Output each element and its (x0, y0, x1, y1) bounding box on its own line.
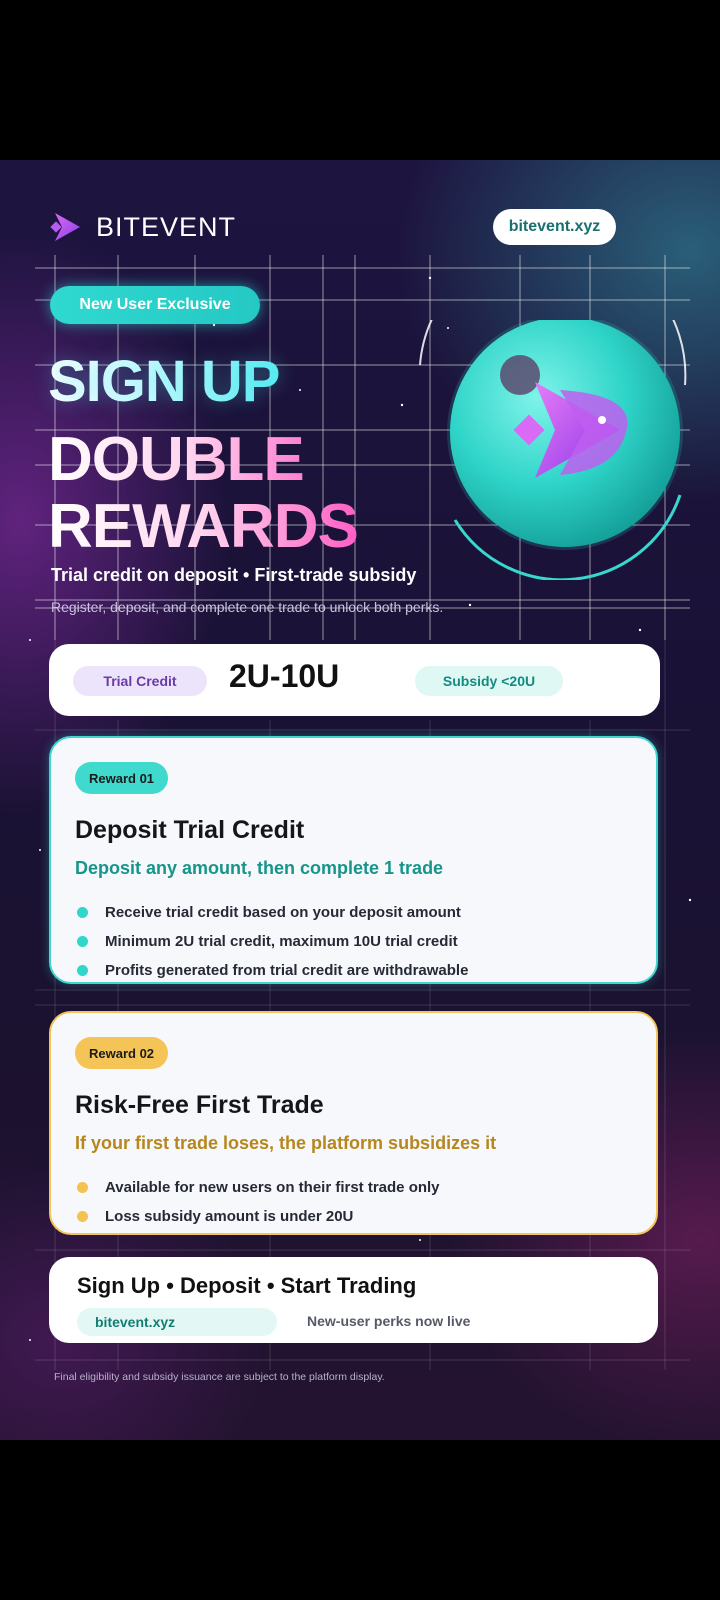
brand-name: BITEVENT (96, 211, 237, 242)
headline-sign-up: SIGN UP (48, 349, 280, 414)
hero-description: Register, deposit, and complete one trad… (51, 599, 444, 615)
logo-orb-illustration (419, 320, 687, 580)
list-item: Loss subsidy amount is under 20U (77, 1202, 440, 1231)
bullet-text: Available for new users on their first t… (105, 1179, 440, 1196)
bullet-text: Loss subsidy amount is under 20U (105, 1208, 354, 1225)
bullet-text: Minimum 2U trial credit, maximum 10U tri… (105, 933, 458, 950)
subsidy-pill: Subsidy <20U (415, 666, 563, 696)
reward-card-risk-free-first-trade: Reward 02 Risk-Free First Trade If your … (49, 1011, 658, 1235)
list-item: Receive trial credit based on your depos… (77, 898, 468, 927)
bullet-dot-icon (77, 907, 88, 918)
list-item: Available for new users on their first t… (77, 1173, 440, 1202)
bullet-text: Profits generated from trial credit are … (105, 962, 469, 979)
reward-badge: Reward 01 (75, 762, 169, 794)
reward-subtitle: If your first trade loses, the platform … (75, 1133, 497, 1153)
reward-subtitle: Deposit any amount, then complete 1 trad… (75, 858, 444, 878)
bullet-dot-icon (77, 965, 88, 976)
call-to-action-card[interactable]: Sign Up • Deposit • Start Trading biteve… (49, 1257, 658, 1343)
reward-bullet-list: Available for new users on their first t… (77, 1173, 440, 1231)
cta-site-link[interactable]: bitevent.xyz (77, 1308, 277, 1336)
reward-bullet-list: Receive trial credit based on your depos… (77, 898, 468, 985)
reward-title: Deposit Trial Credit (75, 816, 305, 844)
headline-double: DOUBLE (48, 425, 305, 494)
cta-note: New-user perks now live (307, 1313, 471, 1329)
bullet-dot-icon (77, 936, 88, 947)
reward-summary-card: Trial Credit 2U-10U Subsidy <20U (49, 644, 660, 716)
bullet-dot-icon (77, 1211, 88, 1222)
list-item: Profits generated from trial credit are … (77, 956, 468, 985)
reward-title: Risk-Free First Trade (75, 1091, 324, 1119)
headline-rewards: REWARDS (48, 492, 359, 561)
bitevent-logo-icon (50, 213, 80, 241)
reward-badge: Reward 02 (75, 1037, 169, 1069)
footer-disclaimer: Final eligibility and subsidy issuance a… (54, 1371, 385, 1383)
new-user-badge: New User Exclusive (50, 286, 260, 324)
list-item: Minimum 2U trial credit, maximum 10U tri… (77, 927, 468, 956)
hero-tagline: Trial credit on deposit • First-trade su… (51, 565, 417, 585)
cta-title: Sign Up • Deposit • Start Trading (77, 1273, 417, 1298)
promo-poster: BITEVENT bitevent.xyz New User Exclusive… (0, 160, 720, 1440)
bullet-text: Receive trial credit based on your depos… (105, 904, 461, 921)
trial-credit-range: 2U-10U (229, 658, 340, 694)
trial-credit-pill: Trial Credit (73, 666, 207, 696)
reward-card-deposit-trial-credit: Reward 01 Deposit Trial Credit Deposit a… (49, 736, 658, 984)
site-url-pill[interactable]: bitevent.xyz (493, 209, 616, 245)
brand[interactable]: BITEVENT (50, 210, 236, 244)
bullet-dot-icon (77, 1182, 88, 1193)
